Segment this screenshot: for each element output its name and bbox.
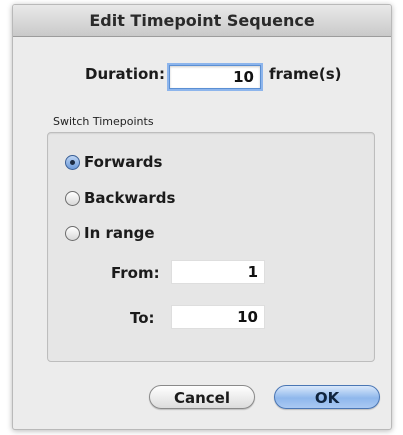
- radio-button-forwards[interactable]: [65, 154, 80, 170]
- radio-option-in-range[interactable]: In range: [65, 223, 155, 243]
- radio-option-backwards[interactable]: Backwards: [65, 188, 175, 208]
- dialog-title: Edit Timepoint Sequence: [13, 5, 391, 37]
- ok-button[interactable]: OK: [274, 385, 380, 409]
- radio-option-forwards[interactable]: Forwards: [65, 152, 162, 172]
- cancel-button[interactable]: Cancel: [149, 385, 255, 409]
- switch-timepoints-group-title: Switch Timepoints: [53, 115, 154, 128]
- radio-label-forwards: Forwards: [84, 153, 163, 171]
- radio-button-in-range[interactable]: [65, 225, 80, 241]
- to-label: To:: [130, 309, 155, 327]
- dialog-window: Edit Timepoint Sequence Duration: frame(…: [12, 4, 392, 430]
- duration-input[interactable]: [169, 65, 261, 89]
- from-input[interactable]: [171, 260, 265, 284]
- to-input[interactable]: [171, 305, 265, 329]
- from-label: From:: [111, 264, 160, 282]
- radio-label-backwards: Backwards: [84, 189, 176, 207]
- page: Edit Timepoint Sequence Duration: frame(…: [0, 0, 403, 435]
- radio-label-in-range: In range: [84, 224, 155, 242]
- radio-button-backwards[interactable]: [65, 190, 80, 206]
- duration-unit-label: frame(s): [269, 65, 342, 83]
- duration-label: Duration:: [85, 65, 165, 83]
